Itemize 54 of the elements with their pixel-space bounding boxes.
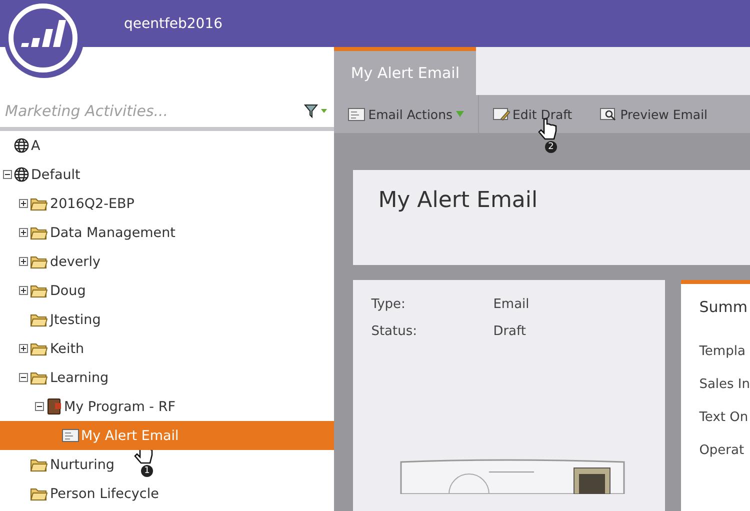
tree-item[interactable]: Nurturing — [0, 450, 118, 479]
toolbar-button[interactable]: Edit Draft — [478, 95, 586, 133]
envelope-icon — [62, 429, 79, 442]
tree-item[interactable]: My Program - RF — [0, 392, 180, 421]
summary-label: Operat — [699, 443, 746, 458]
envelope-icon — [348, 108, 366, 120]
field-value: Draft — [493, 324, 527, 339]
caret-icon — [456, 111, 464, 117]
expand-icon[interactable] — [19, 286, 28, 295]
search-field[interactable]: Marketing Activities... — [3, 101, 304, 121]
expand-icon[interactable] — [19, 344, 28, 353]
tree-item[interactable]: Default — [0, 160, 84, 189]
folder-icon — [30, 312, 48, 327]
tree-item[interactable]: A — [0, 131, 44, 160]
tree-item[interactable]: Person Lifecycle — [0, 479, 163, 508]
tree-item[interactable]: Doug — [0, 276, 90, 305]
menu-button[interactable]: Email Actions — [334, 95, 479, 133]
folder-icon — [30, 254, 48, 269]
folder-icon — [30, 196, 48, 211]
tree-item[interactable]: Learning — [0, 363, 113, 392]
field-label: Status: — [371, 324, 418, 339]
tree-item[interactable]: Data Management — [0, 218, 180, 247]
book-icon — [46, 398, 62, 415]
tree-item[interactable]: deverly — [0, 247, 104, 276]
folder-icon — [30, 457, 48, 472]
folder-icon — [30, 225, 48, 240]
account-name: qeentfeb2016 — [124, 16, 223, 32]
folder-icon — [30, 283, 48, 298]
tree-item[interactable]: Jtesting — [0, 305, 105, 334]
globe-icon — [14, 138, 29, 153]
collapse-icon[interactable] — [35, 402, 44, 411]
field-label: Type: — [371, 297, 406, 312]
summary-label: Templa — [699, 344, 746, 359]
collapse-icon[interactable] — [3, 170, 12, 179]
summary-label: Sales In — [699, 377, 750, 392]
expand-icon[interactable] — [19, 199, 28, 208]
summary-title: Summ — [699, 298, 748, 316]
pencil-icon — [492, 108, 510, 120]
globe-icon — [14, 167, 29, 182]
magnifier-icon — [600, 108, 618, 120]
asset-title: My Alert Email — [378, 188, 539, 213]
expand-icon[interactable] — [19, 228, 28, 237]
folder-icon — [30, 370, 48, 385]
step-number: 2 — [545, 141, 557, 153]
summary-label: Text On — [699, 410, 750, 425]
toolbar-button[interactable]: Preview Email — [586, 95, 722, 133]
folder-icon — [30, 486, 48, 501]
expand-icon[interactable] — [19, 257, 28, 266]
tree-item[interactable]: 2016Q2-EBP — [0, 189, 138, 218]
collapse-icon[interactable] — [19, 373, 28, 382]
filter-icon[interactable] — [304, 103, 328, 119]
tree-item[interactable]: Keith — [0, 334, 88, 363]
folder-icon — [30, 341, 48, 356]
field-value: Email — [493, 297, 530, 312]
